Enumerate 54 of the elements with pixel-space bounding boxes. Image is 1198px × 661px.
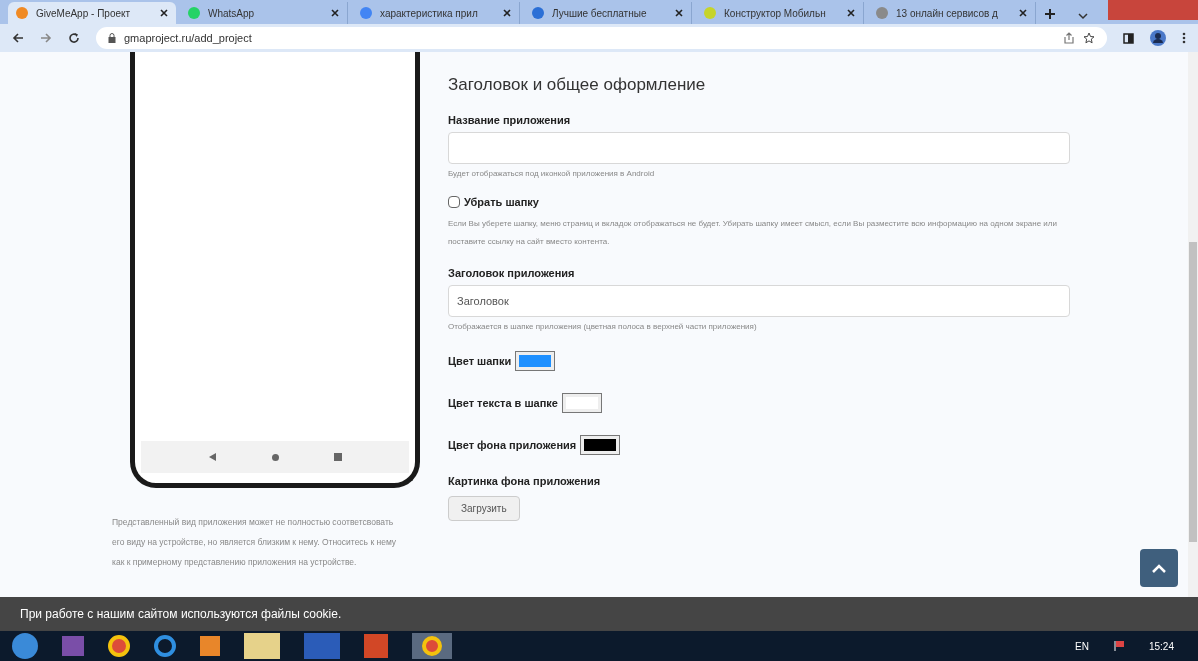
checkbox-label[interactable]: Убрать шапку <box>464 194 539 211</box>
reload-icon[interactable] <box>68 32 80 44</box>
site-icon <box>16 7 28 19</box>
chevron-down-icon[interactable] <box>1078 12 1088 20</box>
site-icon <box>876 7 888 19</box>
close-icon[interactable] <box>1019 9 1027 17</box>
close-icon[interactable] <box>675 9 683 17</box>
field-hint: Отображается в шапке приложения (цветная полоса в верхней части приложения) <box>448 321 758 333</box>
profile-icon[interactable] <box>1150 30 1166 46</box>
section-title: Заголовок и общее оформление <box>448 74 707 96</box>
cookie-notice: При работе с нашим сайтом используются файлы cookie. <box>20 606 342 623</box>
chevron-up-icon <box>1152 563 1166 573</box>
close-icon[interactable] <box>331 9 339 17</box>
close-icon[interactable] <box>160 9 168 17</box>
language-indicator[interactable]: EN <box>1075 638 1089 654</box>
field-label: Название приложения <box>448 112 572 128</box>
input-field[interactable] <box>448 132 1070 164</box>
url-field[interactable]: gmaproject.ru/add_project <box>96 27 1107 49</box>
clock: 15:24 <box>1148 639 1174 654</box>
back-triangle-icon[interactable] <box>208 453 217 461</box>
color-label: Цвет фона приложения <box>448 437 577 453</box>
flag-icon[interactable] <box>1112 640 1125 652</box>
color-label: Цвет шапки <box>448 353 512 369</box>
input-field[interactable]: Заголовок <box>448 285 1070 317</box>
square-icon[interactable] <box>333 453 342 461</box>
plus-icon[interactable] <box>1044 8 1056 20</box>
scroll-top-button[interactable] <box>1140 549 1178 587</box>
share-icon[interactable] <box>1063 32 1075 44</box>
browser-tab[interactable]: GiveMeApp - Проект <box>8 2 176 24</box>
preview-note: Представленный вид приложения может не полностью соответсвовать его виду на устройстве, но является близким к нему. Относитесь к нему как к примерному представлению приложения на устройстве. <box>112 516 398 569</box>
back-arrow-icon[interactable] <box>12 32 24 44</box>
checkbox[interactable] <box>448 196 460 209</box>
close-icon[interactable] <box>847 9 855 17</box>
field-label: Заголовок приложения <box>448 265 576 281</box>
home-circle-icon[interactable] <box>271 453 279 461</box>
scrollbar[interactable] <box>1188 52 1198 597</box>
site-icon <box>704 7 716 19</box>
menu-icon[interactable] <box>1182 32 1186 44</box>
site-icon <box>188 7 200 19</box>
star-icon[interactable] <box>1083 32 1095 44</box>
lock-icon <box>108 33 116 43</box>
checkbox-hint: Если Вы уберете шапку, меню страниц и вкладок отображаться не будет. Убирать шапку имеет смысл, если Вы разместите всю информацию на одном экране или поставите ссылку на сайт вместо контента. <box>448 217 1058 248</box>
close-icon[interactable] <box>503 9 511 17</box>
site-icon <box>360 7 372 19</box>
scrollbar-thumb[interactable] <box>1189 242 1197 542</box>
color-label: Цвет текста в шапке <box>448 395 558 411</box>
field-label: Картинка фона приложения <box>448 474 602 489</box>
site-icon <box>532 7 544 19</box>
start-button[interactable] <box>12 633 38 659</box>
side-panel-icon[interactable] <box>1123 32 1134 44</box>
upload-button[interactable]: Загрузить <box>448 495 520 521</box>
forward-arrow-icon[interactable] <box>40 32 52 44</box>
field-hint: Будет отображаться под иконкой приложения в Android <box>448 168 656 180</box>
url-text: gmaproject.ru/add_project <box>124 30 252 46</box>
